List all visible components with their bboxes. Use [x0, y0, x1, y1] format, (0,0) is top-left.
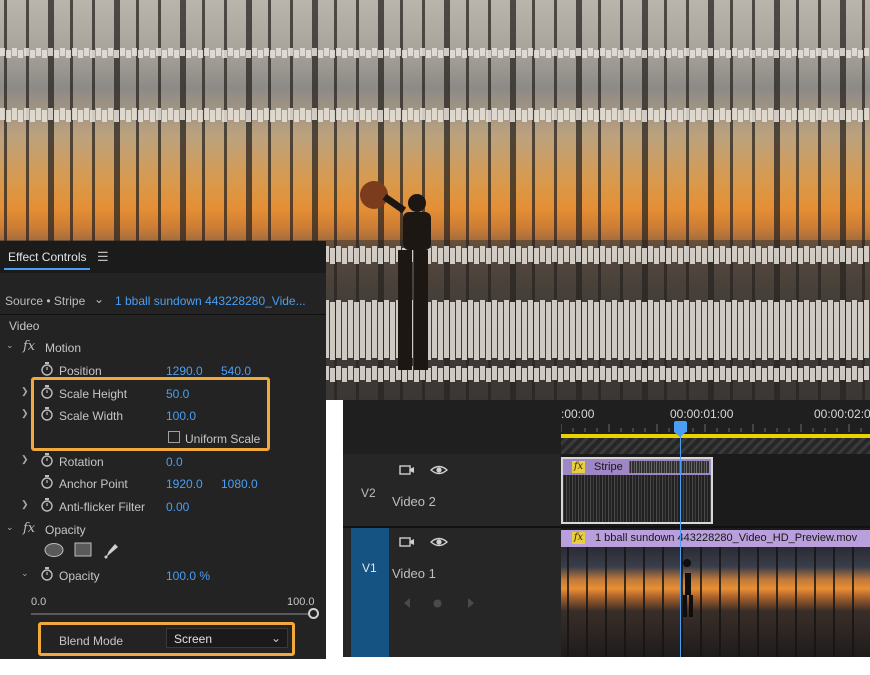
source-row: Source • Stripe ⌄ 1 bball sundown 443228…: [0, 291, 326, 313]
rectangle-mask-icon[interactable]: [74, 542, 92, 558]
slider-min-label: 0.0: [31, 596, 47, 608]
track-name-v2: Video 2: [392, 494, 436, 509]
timecode-label: 00:00:02:0: [814, 407, 870, 421]
video-section-header: Video: [0, 315, 326, 337]
stopwatch-icon[interactable]: [40, 474, 54, 490]
expand-chevron-icon[interactable]: ❯: [21, 386, 29, 397]
anti-flicker-value[interactable]: 0.00: [166, 500, 189, 514]
film-toggle-icon[interactable]: [399, 464, 415, 476]
slider-max-label: 100.0: [287, 596, 315, 608]
timecode-label: 00:00:01:00: [670, 407, 734, 421]
mask-tools-row: [0, 540, 326, 562]
ruler-ticks: [561, 424, 862, 432]
opacity-slider-thumb[interactable]: [308, 608, 319, 619]
rotation-row: ❯ Rotation 0.0: [0, 451, 326, 473]
fx-icon[interactable]: fx: [23, 521, 35, 536]
collapse-chevron-icon[interactable]: ⌄: [6, 522, 14, 533]
anchor-point-label: Anchor Point: [59, 477, 128, 491]
fx-badge: fx: [572, 532, 585, 544]
playhead-tip: [674, 432, 686, 437]
prev-keyframe-icon[interactable]: [403, 598, 411, 608]
video-clip[interactable]: fx 1 bball sundown 443228280_Video_HD_Pr…: [561, 530, 870, 657]
opacity-effect-row[interactable]: ⌄ fx Opacity: [0, 519, 326, 541]
track-id-v2[interactable]: V2: [361, 486, 376, 500]
blend-mode-highlight-box: [38, 622, 295, 656]
playhead-handle[interactable]: [674, 421, 687, 432]
stopwatch-icon[interactable]: [40, 497, 54, 513]
anchor-point-x-value[interactable]: 1920.0: [166, 477, 203, 491]
anchor-point-y-value[interactable]: 1080.0: [221, 477, 258, 491]
opacity-param-row: ⌄ Opacity 100.0 %: [0, 565, 326, 587]
opacity-slider-track[interactable]: [31, 613, 313, 615]
eye-icon[interactable]: [430, 464, 448, 476]
fx-icon[interactable]: fx: [23, 339, 35, 354]
add-keyframe-icon[interactable]: [433, 599, 442, 608]
clip-name: 1 bball sundown 443228280_Video_HD_Previ…: [595, 532, 858, 544]
opacity-label: Opacity: [45, 523, 86, 537]
clip-header: fx 1 bball sundown 443228280_Video_HD_Pr…: [561, 530, 870, 547]
scale-highlight-box: [31, 377, 270, 451]
expand-chevron-icon[interactable]: ❯: [21, 408, 29, 419]
active-tab-indicator: [4, 268, 90, 270]
hamburger-menu-icon[interactable]: ☰: [97, 249, 109, 265]
film-toggle-icon[interactable]: [399, 536, 415, 548]
clip-noise-preview: [629, 461, 709, 473]
section-label: Video: [9, 319, 40, 333]
track-id-v1[interactable]: V1: [362, 561, 377, 575]
eye-icon[interactable]: [430, 536, 448, 548]
rotation-value[interactable]: 0.0: [166, 455, 183, 469]
stopwatch-icon[interactable]: [40, 452, 54, 468]
source-patch-v1[interactable]: [351, 528, 389, 657]
expand-chevron-icon[interactable]: ❯: [21, 454, 29, 465]
clip-selector[interactable]: 1 bball sundown 443228280_Vide...: [115, 294, 306, 308]
clip-thumbnail: [563, 475, 711, 522]
pen-mask-icon[interactable]: [103, 541, 121, 559]
effect-controls-tabbar: Effect Controls ☰: [0, 241, 326, 273]
position-x-value[interactable]: 1290.0: [166, 364, 203, 378]
stopwatch-icon[interactable]: [40, 361, 54, 377]
time-ruler[interactable]: :00:00 00:00:01:00 00:00:02:0: [561, 400, 870, 454]
track-name-v1: Video 1: [392, 566, 436, 581]
clip-header: fx Stripe: [563, 459, 711, 475]
motion-label: Motion: [45, 341, 82, 355]
fx-badge: fx: [572, 461, 585, 473]
render-bar: [561, 438, 870, 454]
source-label: Source • Stripe: [5, 294, 86, 308]
collapse-chevron-icon[interactable]: ⌄: [21, 568, 29, 579]
stripe-clip[interactable]: fx Stripe: [561, 457, 713, 524]
track-divider: [343, 526, 870, 528]
anti-flicker-row: ❯ Anti-flicker Filter 0.00: [0, 496, 326, 518]
clip-thumbnail: [561, 547, 870, 657]
anchor-point-row: Anchor Point 1920.0 1080.0: [0, 473, 326, 495]
position-y-value[interactable]: 540.0: [221, 364, 251, 378]
opacity-param-value[interactable]: 100.0 %: [166, 569, 210, 583]
clip-name: Stripe: [594, 461, 623, 473]
ellipse-mask-icon[interactable]: [44, 542, 64, 558]
next-keyframe-icon[interactable]: [467, 598, 475, 608]
motion-effect-row[interactable]: ⌄ fx Motion: [0, 337, 326, 359]
collapse-chevron-icon[interactable]: ⌄: [6, 340, 14, 351]
chevron-down-icon[interactable]: ⌄: [94, 292, 104, 306]
timeline-panel: :00:00 00:00:01:00 00:00:02:0 V2 Video 2…: [343, 400, 870, 657]
stopwatch-icon[interactable]: [40, 566, 54, 582]
rotation-label: Rotation: [59, 455, 104, 469]
opacity-param-label: Opacity: [59, 569, 100, 583]
timecode-label: :00:00: [561, 407, 595, 421]
clip-thumbnail-art: [567, 547, 854, 657]
playhead-line[interactable]: [680, 428, 681, 657]
position-label: Position: [59, 364, 102, 378]
expand-chevron-icon[interactable]: ❯: [21, 499, 29, 510]
tab-effect-controls[interactable]: Effect Controls: [8, 250, 86, 264]
anti-flicker-label: Anti-flicker Filter: [59, 500, 146, 514]
